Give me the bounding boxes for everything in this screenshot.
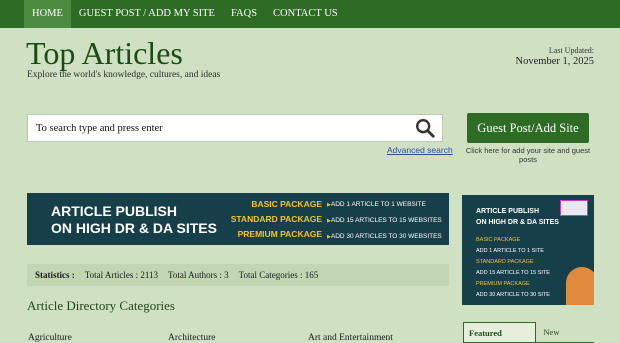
banner-packages: BASIC PACKAGE STANDARD PACKAGE PREMIUM P… — [217, 197, 322, 242]
site-title[interactable]: Top Articles — [26, 35, 183, 71]
banner-headline-line: ARTICLE PUBLISH — [51, 203, 177, 219]
search-placeholder: To search type and press enter — [36, 122, 163, 134]
side-tabs: Featured Articles New Articles — [463, 320, 594, 343]
statistics-bar: Statistics : Total Articles : 2113 Total… — [27, 264, 449, 286]
total-categories: Total Categories : 165 — [238, 270, 319, 280]
banner-package: BASIC PACKAGE — [251, 199, 322, 209]
last-updated: Last Updated: November 1, 2025 — [516, 46, 594, 67]
tab-new-articles[interactable]: New Articles — [538, 322, 592, 342]
banner-illustration — [566, 267, 594, 305]
category-link[interactable]: Art and Entertainment — [308, 333, 448, 343]
side-banner-headline-line: ARTICLE PUBLISH — [476, 208, 539, 215]
banner-package-detail: ADD 1 ARTICLE TO 1 WEBSITE — [327, 197, 442, 213]
banner-package: PREMIUM PACKAGE — [237, 229, 322, 239]
search-icon[interactable] — [414, 117, 436, 139]
category-list: Agriculture Architecture Art and Enterta… — [28, 333, 448, 343]
banner-headline-line: ON HIGH DR & DA SITES — [51, 220, 217, 236]
last-updated-label: Last Updated: — [548, 46, 594, 55]
banner-thumbnail — [560, 200, 588, 216]
banner-headline: ARTICLE PUBLISH ON HIGH DR & DA SITES — [51, 203, 217, 237]
side-banner-line: PREMIUM PACKAGE — [476, 281, 530, 287]
side-banner-line: ADD 1 ARTICLE TO 1 SITE — [476, 248, 544, 254]
category-link[interactable]: Agriculture — [28, 333, 168, 343]
last-updated-date: November 1, 2025 — [515, 56, 594, 67]
banner-package-detail: ADD 15 ARTICLES TO 15 WEBSITES — [327, 213, 442, 229]
statistics-label: Statistics : — [35, 270, 75, 280]
side-banner-line: ADD 15 ARTICLE TO 15 SITE — [476, 270, 550, 276]
total-authors: Total Authors : 3 — [168, 270, 229, 280]
total-articles: Total Articles : 2113 — [84, 270, 159, 280]
top-navigation: HOME GUEST POST / ADD MY SITE FAQS CONTA… — [0, 0, 620, 28]
side-banner-line: BASIC PACKAGE — [476, 237, 521, 243]
nav-home[interactable]: HOME — [24, 0, 71, 28]
side-banner-headline-line: ON HIGH DR & DA SITES — [476, 219, 559, 226]
advanced-search-link[interactable]: Advanced search — [387, 145, 453, 155]
directory-title: Article Directory Categories — [27, 298, 175, 313]
guest-post-note: Click here for add your site and guest p… — [465, 146, 591, 165]
site-tagline: Explore the world's knowledge, cultures,… — [27, 70, 221, 80]
nav-guest-post[interactable]: GUEST POST / ADD MY SITE — [71, 0, 223, 28]
side-banner-line: ADD 30 ARTICLE TO 30 SITE — [476, 292, 550, 298]
side-banner-line: STANDARD PACKAGE — [476, 259, 534, 265]
search-input[interactable]: To search type and press enter — [27, 114, 443, 142]
banner-package: STANDARD PACKAGE — [230, 214, 322, 224]
nav-faqs[interactable]: FAQS — [223, 0, 265, 28]
side-banner-lines: BASIC PACKAGE ADD 1 ARTICLE TO 1 SITE ST… — [476, 235, 550, 301]
nav-contact-us[interactable]: CONTACT US — [265, 0, 346, 28]
guest-post-button[interactable]: Guest Post/Add Site — [467, 113, 589, 143]
side-ad-banner[interactable]: ARTICLE PUBLISH ON HIGH DR & DA SITES BA… — [462, 195, 594, 305]
side-banner-headline: ARTICLE PUBLISH ON HIGH DR & DA SITES — [476, 206, 559, 228]
article-publish-banner[interactable]: ARTICLE PUBLISH ON HIGH DR & DA SITES BA… — [27, 193, 449, 245]
category-link[interactable]: Architecture — [168, 333, 308, 343]
banner-package-detail: ADD 30 ARTICLES TO 30 WEBSITES — [327, 229, 442, 245]
banner-package-details: ADD 1 ARTICLE TO 1 WEBSITE ADD 15 ARTICL… — [327, 197, 442, 245]
tab-featured-articles[interactable]: Featured Articles — [463, 322, 537, 342]
